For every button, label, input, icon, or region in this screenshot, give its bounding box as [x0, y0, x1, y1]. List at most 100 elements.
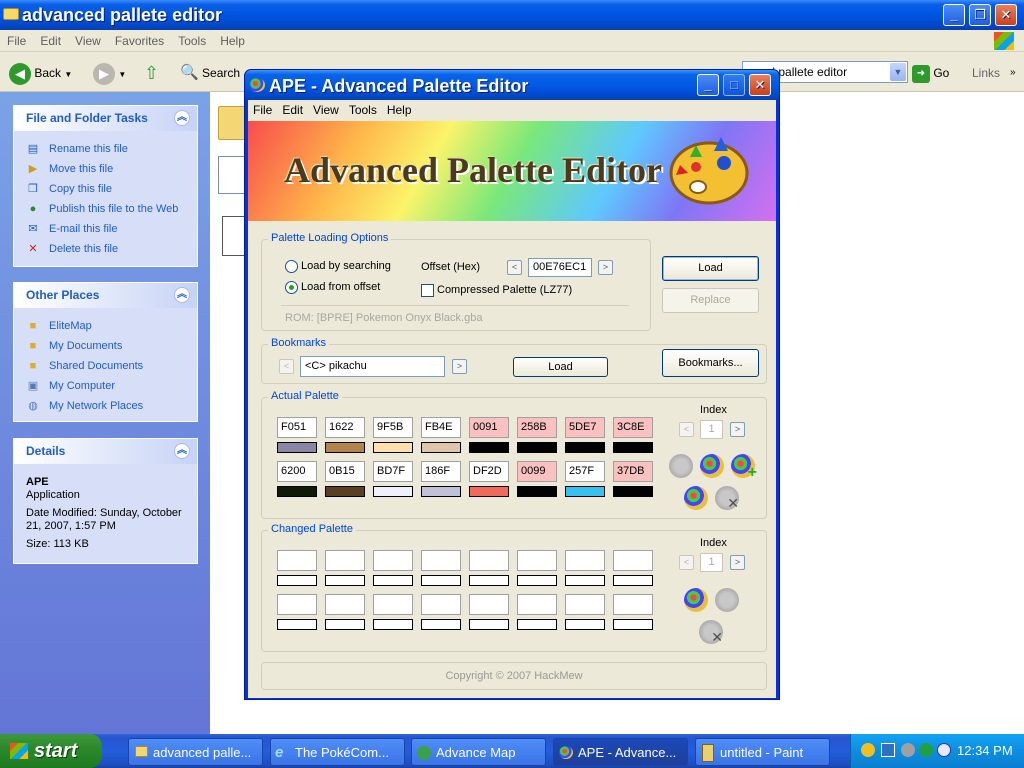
minimize-button[interactable]: _	[943, 4, 965, 26]
offset-input[interactable]: 00E76EC1	[528, 258, 592, 277]
actual-color-swatch[interactable]	[277, 486, 317, 497]
move-file-link[interactable]: ▶ Move this file	[14, 159, 197, 179]
toolbar-chevron-icon[interactable]: »	[1010, 60, 1016, 86]
load-from-offset-label[interactable]: Load from offset	[301, 281, 380, 293]
menu-edit[interactable]: Edit	[33, 30, 68, 52]
load-by-searching-label[interactable]: Load by searching	[301, 260, 391, 272]
place-shared-documents[interactable]: ■ Shared Documents	[14, 356, 197, 376]
actual-color-swatch[interactable]	[613, 486, 653, 497]
place-my-network[interactable]: ◍ My Network Places	[14, 396, 197, 416]
actual-color-hex-input[interactable]: 37DB	[613, 461, 653, 482]
close-button[interactable]: ✕	[995, 4, 1017, 26]
actual-color-swatch[interactable]	[277, 442, 317, 453]
tray-app-icon[interactable]	[861, 743, 875, 757]
changed-color-swatch[interactable]	[565, 575, 605, 586]
actual-color-swatch[interactable]	[565, 486, 605, 497]
actual-index-input[interactable]: 1	[700, 420, 723, 439]
delete-file-link[interactable]: ✕ Delete this file	[14, 239, 197, 259]
actual-color-swatch[interactable]	[517, 442, 557, 453]
changed-color-swatch[interactable]	[469, 619, 509, 630]
place-my-computer[interactable]: ▣ My Computer	[14, 376, 197, 396]
ape-menu-view[interactable]: View	[308, 100, 344, 120]
palette-export-icon[interactable]	[700, 454, 724, 478]
actual-index-next-button[interactable]: >	[730, 422, 745, 437]
changed-color-hex-input[interactable]	[277, 550, 317, 571]
ape-menu-file[interactable]: File	[248, 100, 277, 120]
actual-color-hex-input[interactable]: 5DE7	[565, 417, 605, 438]
collapse-icon[interactable]: ︽	[174, 110, 190, 126]
changed-color-swatch[interactable]	[517, 575, 557, 586]
load-by-searching-radio[interactable]	[285, 260, 298, 273]
task-ape[interactable]: APE - Advance...	[553, 738, 688, 766]
changed-color-swatch[interactable]	[613, 575, 653, 586]
bookmark-next-button[interactable]: >	[452, 359, 467, 374]
menu-help[interactable]: Help	[213, 30, 252, 52]
menu-file[interactable]: File	[0, 30, 33, 52]
actual-color-hex-input[interactable]: DF2D	[469, 461, 509, 482]
email-file-link[interactable]: ✉ E-mail this file	[14, 219, 197, 239]
forward-button[interactable]: ▶ ▼	[93, 60, 126, 86]
changed-color-hex-input[interactable]	[469, 550, 509, 571]
actual-color-hex-input[interactable]: 0091	[469, 417, 509, 438]
offset-next-button[interactable]: >	[598, 260, 613, 275]
ape-close-button[interactable]: ✕	[749, 74, 771, 96]
actual-color-hex-input[interactable]: 1622	[325, 417, 365, 438]
bookmarks-button[interactable]: Bookmarks...	[662, 349, 759, 377]
bookmark-select[interactable]: <C> pikachu	[300, 356, 445, 377]
changed-import-icon[interactable]	[684, 588, 708, 612]
bookmark-load-button[interactable]: Load	[513, 357, 608, 377]
changed-color-hex-input[interactable]	[565, 550, 605, 571]
publish-file-link[interactable]: ● Publish this file to the Web	[14, 199, 197, 219]
actual-color-hex-input[interactable]: 3C8E	[613, 417, 653, 438]
actual-color-hex-input[interactable]: 0099	[517, 461, 557, 482]
maximize-button[interactable]: ❐	[969, 4, 991, 26]
changed-color-hex-input[interactable]	[277, 594, 317, 615]
back-button[interactable]: ◀ Back ▼	[9, 60, 72, 86]
up-folder-icon[interactable]: ⇧	[144, 60, 159, 86]
copy-file-link[interactable]: ❐ Copy this file	[14, 179, 197, 199]
actual-color-hex-input[interactable]: F051	[277, 417, 317, 438]
actual-color-hex-input[interactable]: FB4E	[421, 417, 461, 438]
ape-title-bar[interactable]: APE - Advanced Palette Editor _ □ ✕	[245, 70, 779, 100]
actual-color-swatch[interactable]	[469, 442, 509, 453]
tray-clock-icon[interactable]	[937, 743, 951, 757]
clock[interactable]: 12:34 PM	[957, 734, 1013, 768]
collapse-icon[interactable]: ︽	[174, 287, 190, 303]
actual-color-hex-input[interactable]: 258B	[517, 417, 557, 438]
actual-color-hex-input[interactable]: 186F	[421, 461, 461, 482]
search-button[interactable]: 🔍 Search	[180, 60, 240, 86]
tray-volume-icon[interactable]	[901, 743, 915, 757]
changed-color-hex-input[interactable]	[565, 594, 605, 615]
changed-color-swatch[interactable]	[469, 575, 509, 586]
actual-color-swatch[interactable]	[421, 486, 461, 497]
actual-color-swatch[interactable]	[325, 486, 365, 497]
rename-file-link[interactable]: ▤ Rename this file	[14, 139, 197, 159]
actual-color-hex-input[interactable]: 0B15	[325, 461, 365, 482]
actual-color-swatch[interactable]	[565, 442, 605, 453]
offset-prev-button[interactable]: <	[507, 260, 522, 275]
place-elitemap[interactable]: ■ EliteMap	[14, 316, 197, 336]
actual-color-swatch[interactable]	[469, 486, 509, 497]
changed-color-hex-input[interactable]	[517, 594, 557, 615]
actual-color-swatch[interactable]	[325, 442, 365, 453]
actual-color-hex-input[interactable]: 6200	[277, 461, 317, 482]
task-paint[interactable]: untitled - Paint	[695, 738, 830, 766]
ape-minimize-button[interactable]: _	[697, 74, 719, 96]
palette-add-icon[interactable]: +	[731, 454, 757, 481]
menu-tools[interactable]: Tools	[171, 30, 213, 52]
compressed-checkbox[interactable]	[421, 284, 434, 297]
text-file-icon[interactable]	[222, 216, 246, 256]
menu-favorites[interactable]: Favorites	[108, 30, 171, 52]
changed-color-hex-input[interactable]	[613, 594, 653, 615]
changed-color-swatch[interactable]	[277, 619, 317, 630]
actual-color-hex-input[interactable]: 257F	[565, 461, 605, 482]
changed-color-swatch[interactable]	[277, 575, 317, 586]
changed-color-swatch[interactable]	[373, 575, 413, 586]
tray-antivirus-icon[interactable]	[919, 743, 933, 757]
changed-refresh-icon[interactable]	[715, 588, 739, 612]
changed-color-hex-input[interactable]	[373, 594, 413, 615]
palette-delete-icon[interactable]: ✕	[715, 486, 739, 511]
changed-color-hex-input[interactable]	[373, 550, 413, 571]
changed-color-hex-input[interactable]	[325, 550, 365, 571]
actual-color-swatch[interactable]	[613, 442, 653, 453]
